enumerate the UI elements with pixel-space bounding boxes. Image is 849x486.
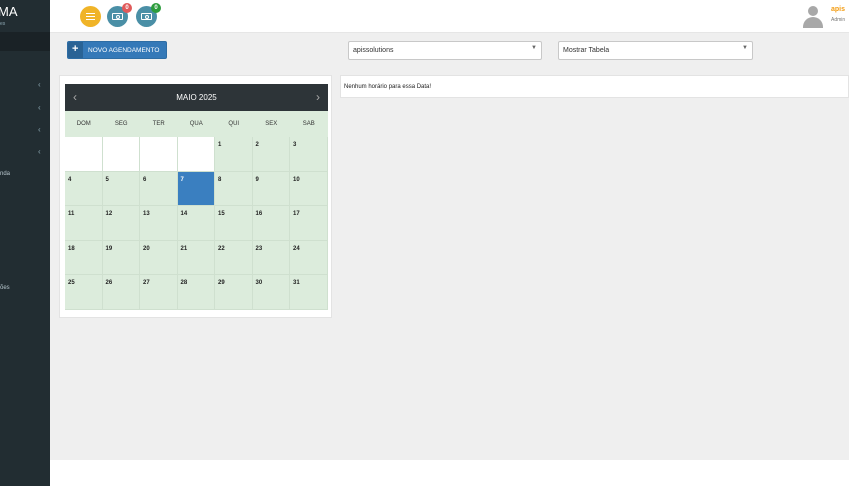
calendar-day[interactable]: 19 — [102, 240, 140, 275]
new-appointment-button[interactable]: + NOVO AGENDAMENTO — [67, 41, 167, 59]
calendar-month-title: MAIO 2025 — [176, 93, 217, 102]
calendar-day[interactable]: 10 — [290, 171, 328, 206]
calendar-day[interactable]: 24 — [290, 240, 328, 275]
main-content: + NOVO AGENDAMENTO apissolutions ▼ Mostr… — [50, 33, 849, 460]
calendar-day[interactable]: 1 — [215, 137, 253, 172]
brand-subtitle: es — [0, 21, 6, 27]
calendar-day[interactable]: 3 — [290, 137, 328, 172]
calendar-day[interactable]: 30 — [252, 275, 290, 310]
calendar-day[interactable]: 4 — [65, 171, 103, 206]
calendar-day-empty — [140, 137, 178, 172]
weekday-header: SAB — [302, 121, 315, 127]
calendar-day-empty — [102, 137, 140, 172]
calendar-day[interactable]: 14 — [177, 206, 215, 241]
menu-icon — [86, 13, 95, 20]
money-icon — [112, 13, 123, 20]
weekday-header: SEG — [114, 121, 128, 127]
plus-icon-box: + — [68, 42, 83, 58]
empty-schedule-message: Nenhum horário para essa Data! — [344, 84, 432, 90]
user-role: Admin — [831, 17, 846, 23]
calendar-day[interactable]: 18 — [65, 240, 103, 275]
caret-down-icon: ▼ — [742, 45, 748, 51]
caret-down-icon: ▼ — [531, 45, 537, 51]
calendar-day[interactable]: 2 — [252, 137, 290, 172]
calendar-day[interactable]: 20 — [140, 240, 178, 275]
weekday-header: DOM — [76, 121, 91, 127]
calendar-day[interactable]: 16 — [252, 206, 290, 241]
calendar-day[interactable]: 13 — [140, 206, 178, 241]
notification-badge: 0 — [151, 3, 161, 13]
calendar-day[interactable]: 28 — [177, 275, 215, 310]
sidebar: MA es ‹ ‹ ‹ ‹ nda ões — [0, 0, 50, 486]
financial-notification-button[interactable]: 0 — [136, 3, 161, 27]
calendar-day[interactable]: 15 — [215, 206, 253, 241]
sidebar-item-label[interactable]: ões — [0, 285, 10, 291]
chevron-left-icon[interactable]: ‹ — [38, 104, 46, 112]
plus-icon: + — [72, 43, 79, 55]
calendar-panel: ‹ MAIO 2025 › DOM SEG TER QUA QUI SEX SAB 1 2 3 4 5… — [59, 75, 332, 318]
chevron-left-icon[interactable]: ‹ — [38, 126, 46, 134]
user-name[interactable]: apis — [831, 6, 845, 13]
menu-button[interactable] — [80, 6, 101, 27]
calendar-day[interactable]: 11 — [65, 206, 103, 241]
calendar-grid: DOM SEG TER QUA QUI SEX SAB 1 2 3 4 5 6 7 8 9 10 11 12 13 14… — [65, 111, 328, 310]
top-navbar: 0 0 apis Admin — [50, 0, 849, 33]
weekday-header: QUA — [189, 121, 203, 127]
schedule-message-box: Nenhum horário para essa Data! — [340, 75, 849, 98]
calendar-day-empty — [177, 137, 215, 172]
calendar-day[interactable]: 17 — [290, 206, 328, 241]
calendar-day-empty — [65, 137, 103, 172]
calendar-day[interactable]: 23 — [252, 240, 290, 275]
company-select[interactable]: apissolutions ▼ — [348, 41, 542, 60]
calendar-day[interactable]: 6 — [140, 171, 178, 206]
calendar-day[interactable]: 27 — [140, 275, 178, 310]
brand-logo-text: MA — [0, 4, 18, 19]
money-icon — [141, 13, 152, 20]
calendar-day[interactable]: 9 — [252, 171, 290, 206]
calendar-day[interactable]: 25 — [65, 275, 103, 310]
calendar-day[interactable]: 22 — [215, 240, 253, 275]
chevron-right-icon[interactable]: › — [316, 90, 320, 104]
calendar-header: ‹ MAIO 2025 › — [65, 84, 328, 111]
calendar-day[interactable]: 5 — [102, 171, 140, 206]
user-avatar-icon[interactable] — [801, 4, 825, 28]
financial-notification-button[interactable]: 0 — [107, 3, 132, 27]
weekday-header: TER — [152, 121, 165, 127]
calendar-day-selected[interactable]: 7 — [177, 171, 215, 206]
company-select-value: apissolutions — [353, 47, 394, 54]
new-appointment-label: NOVO AGENDAMENTO — [88, 47, 160, 54]
notification-badge: 0 — [122, 3, 132, 13]
calendar-day[interactable]: 8 — [215, 171, 253, 206]
view-mode-select-value: Mostrar Tabela — [563, 47, 610, 54]
calendar-day[interactable]: 31 — [290, 275, 328, 310]
chevron-left-icon[interactable]: ‹ — [38, 81, 46, 89]
sidebar-item-label[interactable]: nda — [0, 171, 10, 177]
weekday-header: QUI — [228, 121, 240, 127]
calendar-day[interactable]: 12 — [102, 206, 140, 241]
view-mode-select[interactable]: Mostrar Tabela ▼ — [558, 41, 753, 60]
chevron-left-icon[interactable]: ‹ — [38, 148, 46, 156]
calendar-day[interactable]: 29 — [215, 275, 253, 310]
calendar-day[interactable]: 21 — [177, 240, 215, 275]
calendar-day[interactable]: 26 — [102, 275, 140, 310]
sidebar-item-active[interactable] — [0, 32, 50, 51]
weekday-header: SEX — [265, 121, 278, 127]
